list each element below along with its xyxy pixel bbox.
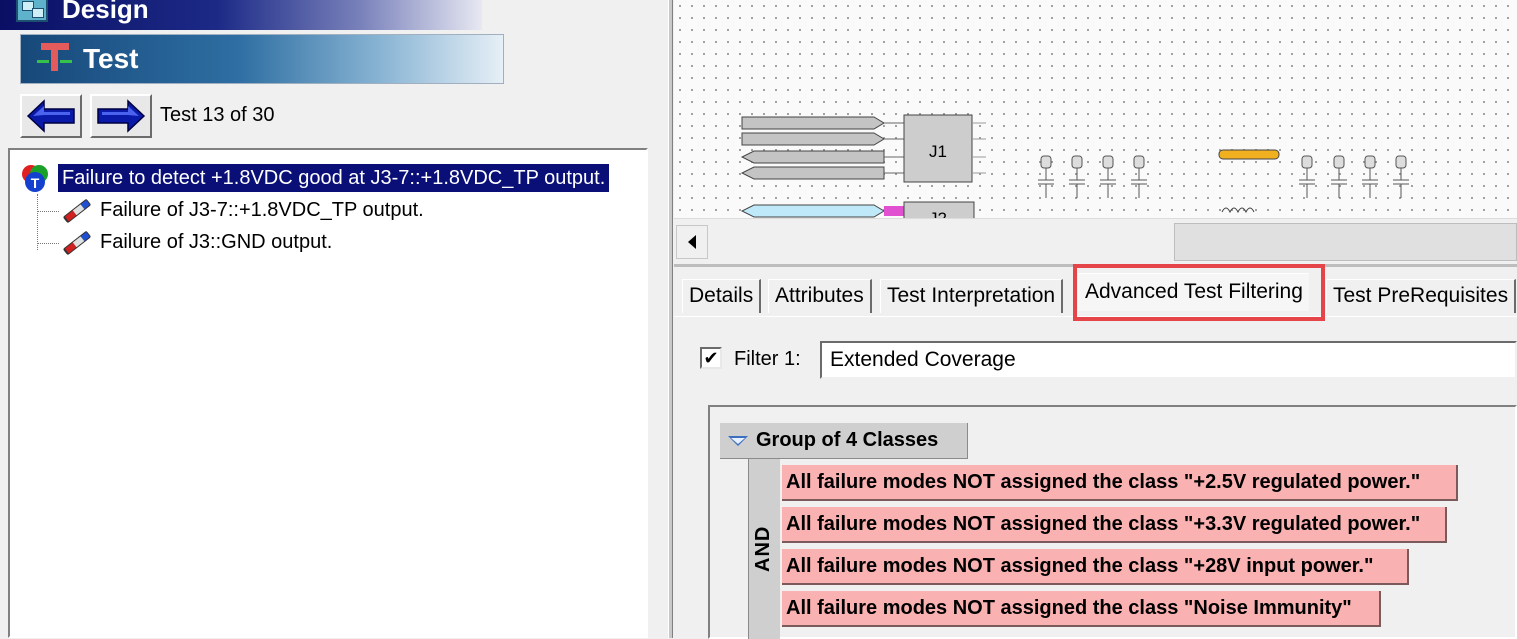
tree-child-label: Failure of J3-7::+1.8VDC_TP output. bbox=[100, 199, 424, 221]
test-node-icon: T bbox=[22, 165, 48, 192]
tab-details[interactable]: Details bbox=[682, 279, 762, 313]
scroll-left-icon bbox=[688, 235, 696, 249]
filter-1-checkbox[interactable]: ✔ bbox=[700, 347, 722, 369]
class-filter-row[interactable]: All failure modes NOT assigned the class… bbox=[782, 549, 1409, 585]
design-panel-header[interactable]: Design bbox=[0, 0, 482, 30]
schematic-drawing: J1 J2 bbox=[740, 114, 1409, 218]
filter-1-field[interactable]: Extended Coverage bbox=[820, 341, 1517, 379]
horizontal-scrollbar[interactable] bbox=[674, 218, 1517, 264]
advanced-filtering-panel: ✔ Filter 1: Extended Coverage Group of 4… bbox=[674, 316, 1517, 639]
and-operator-strip[interactable]: AND bbox=[748, 459, 780, 639]
tree-child-label: Failure of J3::GND output. bbox=[100, 231, 333, 253]
tree-root-label: Failure to detect +1.8VDC good at J3-7::… bbox=[58, 164, 610, 192]
arrow-right-icon bbox=[97, 99, 146, 133]
filter-group-box: Group of 4 Classes AND All failure modes… bbox=[708, 405, 1517, 639]
tab-attributes[interactable]: Attributes bbox=[768, 279, 872, 313]
group-title: Group of 4 Classes bbox=[756, 429, 939, 451]
scrollbar-track[interactable] bbox=[1174, 223, 1517, 261]
group-header[interactable]: Group of 4 Classes bbox=[720, 423, 968, 459]
schematic-canvas[interactable]: J1 J2 bbox=[674, 0, 1517, 218]
tree-connector bbox=[37, 243, 59, 244]
scroll-left-button[interactable] bbox=[676, 225, 708, 259]
failure-mode-icon bbox=[63, 231, 91, 255]
test-icon bbox=[37, 43, 73, 75]
and-operator-label: AND bbox=[752, 525, 774, 573]
tab-advanced-test-filtering[interactable]: Advanced Test Filtering bbox=[1078, 273, 1309, 311]
class-filter-row[interactable]: All failure modes NOT assigned the class… bbox=[782, 507, 1447, 543]
test-tree[interactable]: T Failure to detect +1.8VDC good at J3-7… bbox=[8, 148, 648, 638]
tab-test-interpretation[interactable]: Test Interpretation bbox=[880, 279, 1064, 313]
collapse-triangle-icon[interactable] bbox=[728, 436, 748, 446]
component-label-j1: J1 bbox=[929, 142, 947, 161]
svg-text:T: T bbox=[31, 175, 40, 191]
tree-connector bbox=[37, 194, 38, 250]
component-label-j2: J2 bbox=[929, 209, 947, 218]
previous-test-button[interactable] bbox=[20, 94, 82, 138]
design-icon bbox=[16, 0, 48, 22]
test-title: Test bbox=[83, 43, 139, 74]
next-test-button[interactable] bbox=[90, 94, 152, 138]
test-panel-header[interactable]: Test bbox=[20, 34, 504, 84]
design-title: Design bbox=[62, 0, 149, 24]
class-filter-row[interactable]: All failure modes NOT assigned the class… bbox=[782, 591, 1381, 627]
failure-mode-icon bbox=[63, 199, 91, 223]
pane-splitter[interactable] bbox=[668, 0, 673, 638]
test-counter: Test 13 of 30 bbox=[160, 104, 275, 126]
navigator-pane: Design Test Test 13 of 30 T Failure to d… bbox=[0, 0, 668, 638]
tree-connector bbox=[37, 211, 59, 212]
filter-1-label: Filter 1: bbox=[734, 348, 801, 370]
class-filter-row[interactable]: All failure modes NOT assigned the class… bbox=[782, 465, 1458, 501]
tab-strip: Details Attributes Test Interpretation A… bbox=[674, 264, 1517, 316]
arrow-left-icon bbox=[26, 99, 75, 133]
tab-test-prerequisites[interactable]: Test PreRequisites bbox=[1326, 279, 1517, 313]
